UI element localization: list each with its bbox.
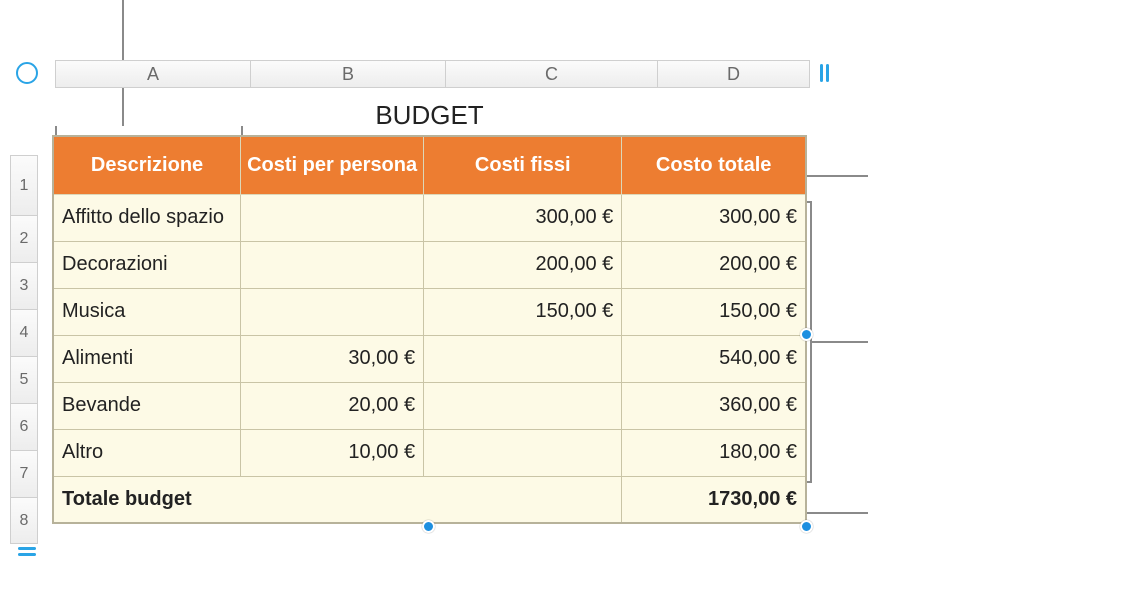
row-header-5[interactable]: 5 — [10, 356, 38, 403]
cell-costi-fissi[interactable]: 300,00 € — [424, 194, 622, 241]
column-header-d[interactable]: D — [657, 60, 810, 88]
callout-line-footer-row — [798, 512, 868, 514]
table-row: Affitto dello spazio 300,00 € 300,00 € — [53, 194, 806, 241]
selection-handle-bottom-right[interactable] — [800, 520, 813, 533]
cell-costo-totale[interactable]: 540,00 € — [622, 335, 806, 382]
row-header-8[interactable]: 8 — [10, 497, 38, 544]
cell-costo-totale[interactable]: 200,00 € — [622, 241, 806, 288]
callout-line-top — [122, 0, 124, 62]
cell-descrizione[interactable]: Alimenti — [53, 335, 241, 382]
table-title[interactable]: BUDGET — [52, 100, 807, 131]
cell-descrizione[interactable]: Altro — [53, 429, 241, 476]
callout-line-header-row — [798, 175, 868, 177]
callout-line-body — [812, 341, 868, 343]
cell-costi-fissi[interactable]: 200,00 € — [424, 241, 622, 288]
cell-costo-totale[interactable]: 150,00 € — [622, 288, 806, 335]
cell-costi-fissi[interactable] — [424, 429, 622, 476]
cell-descrizione[interactable]: Bevande — [53, 382, 241, 429]
table-row: Alimenti 30,00 € 540,00 € — [53, 335, 806, 382]
table-handle-top-left[interactable] — [16, 62, 38, 84]
header-descrizione[interactable]: Descrizione — [53, 136, 241, 194]
cell-descrizione[interactable]: Affitto dello spazio — [53, 194, 241, 241]
cell-costi-persona[interactable] — [241, 241, 424, 288]
cell-costo-totale[interactable]: 300,00 € — [622, 194, 806, 241]
column-header-b[interactable]: B — [250, 60, 445, 88]
cell-costo-totale[interactable]: 180,00 € — [622, 429, 806, 476]
budget-table: Descrizione Costi per persona Costi fiss… — [52, 135, 807, 524]
cell-costi-persona[interactable] — [241, 194, 424, 241]
cell-descrizione[interactable]: Decorazioni — [53, 241, 241, 288]
cell-costi-fissi[interactable] — [424, 335, 622, 382]
cell-costi-fissi[interactable] — [424, 382, 622, 429]
row-header-3[interactable]: 3 — [10, 262, 38, 309]
table-row: Decorazioni 200,00 € 200,00 € — [53, 241, 806, 288]
row-header-4[interactable]: 4 — [10, 309, 38, 356]
cell-costi-persona[interactable] — [241, 288, 424, 335]
header-costi-persona[interactable]: Costi per persona — [241, 136, 424, 194]
row-header-6[interactable]: 6 — [10, 403, 38, 450]
footer-total[interactable]: 1730,00 € — [622, 476, 806, 523]
table-header-row: Descrizione Costi per persona Costi fiss… — [53, 136, 806, 194]
column-headers: A B C D — [55, 60, 810, 88]
header-costo-totale[interactable]: Costo totale — [622, 136, 806, 194]
row-header-2[interactable]: 2 — [10, 215, 38, 262]
cell-costi-persona[interactable]: 10,00 € — [241, 429, 424, 476]
cell-costi-fissi[interactable]: 150,00 € — [424, 288, 622, 335]
header-costi-fissi[interactable]: Costi fissi — [424, 136, 622, 194]
selection-handle-right-middle[interactable] — [800, 328, 813, 341]
table-handle-add-column[interactable] — [813, 62, 835, 84]
table-footer-row: Totale budget 1730,00 € — [53, 476, 806, 523]
table-row: Altro 10,00 € 180,00 € — [53, 429, 806, 476]
cell-costo-totale[interactable]: 360,00 € — [622, 382, 806, 429]
row-header-1[interactable]: 1 — [10, 155, 38, 215]
column-header-a[interactable]: A — [55, 60, 250, 88]
footer-label[interactable]: Totale budget — [53, 476, 622, 523]
selection-handle-bottom-middle[interactable] — [422, 520, 435, 533]
row-header-7[interactable]: 7 — [10, 450, 38, 497]
column-header-c[interactable]: C — [445, 60, 657, 88]
table-row: Musica 150,00 € 150,00 € — [53, 288, 806, 335]
row-headers: 1 2 3 4 5 6 7 8 — [10, 155, 38, 544]
table-row: Bevande 20,00 € 360,00 € — [53, 382, 806, 429]
cell-descrizione[interactable]: Musica — [53, 288, 241, 335]
cell-costi-persona[interactable]: 30,00 € — [241, 335, 424, 382]
cell-costi-persona[interactable]: 20,00 € — [241, 382, 424, 429]
